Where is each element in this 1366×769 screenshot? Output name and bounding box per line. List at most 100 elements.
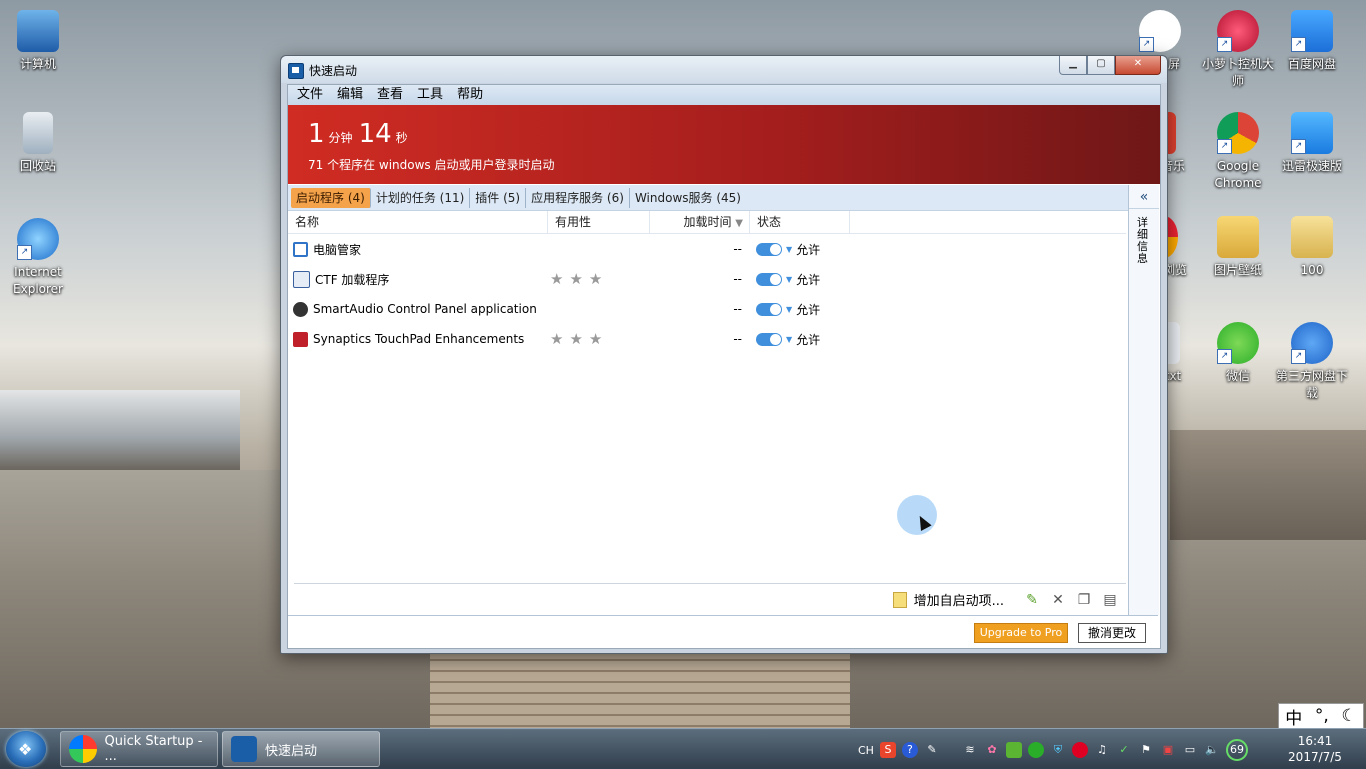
status-toggle[interactable]	[756, 272, 782, 286]
system-tray: CH S ? ✎ ≋ ✿ ⛨ ♫ ✓ ⚑ ▣ ▭ 🔈 69	[858, 739, 1248, 761]
taskbar-clock[interactable]: 16:41 2017/7/5	[1284, 733, 1346, 765]
tab-windows-services[interactable]: Windows服务 (45)	[630, 188, 746, 208]
menu-help[interactable]: 帮助	[450, 85, 490, 105]
usb-icon[interactable]: ▣	[1160, 742, 1176, 758]
start-button[interactable]: ❖	[6, 731, 46, 767]
desktop-icon-ie[interactable]: ↗ Internet Explorer	[0, 218, 76, 298]
pen-icon[interactable]: ✎	[924, 742, 940, 758]
status-toggle[interactable]	[756, 302, 782, 316]
sogou-icon[interactable]: S	[879, 742, 896, 758]
details-side-panel: « 详细信息	[1128, 185, 1159, 615]
menu-view[interactable]: 查看	[370, 85, 410, 105]
desktop-icon-wechat[interactable]: ↗ 微信	[1200, 322, 1276, 385]
window-client: 文件 编辑 查看 工具 帮助 1 分钟 14 秒 71 个程序在 windows 启动…	[287, 84, 1161, 649]
taskbar-button-kuaisu[interactable]: 快速启动	[222, 731, 380, 767]
row-status: ▼ 允许	[750, 271, 820, 288]
desktop-icon-wallpaper-folder[interactable]: 图片壁纸	[1200, 216, 1276, 279]
desktop-icon-recycle-bin[interactable]: 回收站	[0, 112, 76, 175]
minutes-unit: 分钟	[328, 131, 353, 145]
desktop-icon-label: 100	[1300, 263, 1324, 277]
status-dropdown-icon[interactable]: ▼	[786, 305, 792, 314]
clock-date: 2017/7/5	[1288, 750, 1342, 764]
status-toggle[interactable]	[756, 242, 782, 256]
ime-status-bar[interactable]: 中 °, ☾	[1278, 703, 1364, 729]
status-toggle[interactable]	[756, 332, 782, 346]
computer-icon	[17, 10, 59, 52]
network-icon[interactable]: ▭	[1182, 742, 1198, 758]
status-dropdown-icon[interactable]: ▼	[786, 275, 792, 284]
table-row[interactable]: CTF 加载程序 ★ ★ ★ -- ▼ 允许	[288, 264, 1126, 294]
row-status: ▼ 允许	[750, 331, 820, 348]
shield-icon[interactable]: ⛨	[1050, 742, 1066, 758]
desktop-icon-folder-100[interactable]: 100	[1274, 216, 1350, 279]
radish-icon: ↗	[1217, 10, 1259, 52]
status-dropdown-icon[interactable]: ▼	[786, 245, 792, 254]
tab-scheduled-tasks[interactable]: 计划的任务 (11)	[371, 187, 471, 208]
menu-file[interactable]: 文件	[290, 85, 330, 105]
table-row[interactable]: Synaptics TouchPad Enhancements ★ ★ ★ -- ▼…	[288, 324, 1126, 354]
menu-edit[interactable]: 编辑	[330, 85, 370, 105]
desktop-icon-baidu[interactable]: ↗ 百度网盘	[1274, 10, 1350, 73]
ime-moon-icon[interactable]: ☾	[1341, 706, 1356, 726]
cursor-highlight	[897, 495, 937, 535]
taskbar-button-quick-startup[interactable]: Quick Startup - ...	[60, 731, 218, 767]
tab-app-services[interactable]: 应用程序服务 (6)	[526, 187, 630, 208]
minimize-button[interactable]: ▁	[1059, 56, 1087, 75]
open-location-icon[interactable]: ❐	[1076, 592, 1092, 608]
usefulness-rating: ★ ★ ★	[550, 270, 650, 288]
table-row[interactable]: SmartAudio Control Panel application -- …	[288, 294, 1126, 324]
desktop-icon-download[interactable]: ↗ 第三方网盘下载	[1274, 322, 1350, 402]
desktop-icon-label: 迅雷极速版	[1281, 159, 1342, 173]
check-icon[interactable]: ✓	[1116, 742, 1132, 758]
chrome-icon: ↗	[1217, 112, 1259, 154]
action-toolbar: 增加自启动项... ✎ ✕ ❐ ▤	[294, 583, 1126, 615]
star-icon: ★	[550, 330, 564, 348]
delete-icon[interactable]: ✕	[1050, 592, 1066, 608]
flag-icon[interactable]: ⚑	[1138, 742, 1154, 758]
upgrade-button[interactable]: Upgrade to Pro	[974, 623, 1068, 643]
help-icon[interactable]: ?	[901, 742, 918, 758]
table-row[interactable]: 电脑管家 -- ▼ 允许	[288, 234, 1126, 264]
column-status[interactable]: 状态	[750, 211, 850, 233]
tab-startup-programs[interactable]: 启动程序 (4)	[291, 187, 371, 208]
row-name: SmartAudio Control Panel application	[313, 302, 537, 316]
desktop-icon-thunder[interactable]: ↗ 迅雷极速版	[1274, 112, 1350, 175]
shortcut-arrow-icon: ↗	[1139, 37, 1154, 52]
desktop-icon-chrome[interactable]: ↗ Google Chrome	[1200, 112, 1276, 192]
desktop-icon-computer[interactable]: 计算机	[0, 10, 76, 73]
ime-punctuation[interactable]: °,	[1315, 706, 1329, 726]
menu-tools[interactable]: 工具	[410, 85, 450, 105]
ctf-loader-icon	[293, 270, 310, 288]
weibo-icon[interactable]	[1071, 742, 1088, 758]
column-load-time-label: 加载时间	[683, 215, 732, 229]
desktop-icon-radish[interactable]: ↗ 小萝卜控机大师	[1200, 10, 1276, 90]
undo-changes-button[interactable]: 撤消更改	[1078, 623, 1146, 643]
column-name[interactable]: 名称	[288, 211, 548, 233]
add-startup-item-button[interactable]: 增加自启动项...	[892, 590, 1004, 609]
status-dropdown-icon[interactable]: ▼	[786, 335, 792, 344]
row-load-time: --	[733, 272, 742, 286]
column-usefulness[interactable]: 有用性	[548, 211, 650, 233]
volume-icon[interactable]: 🔈	[1204, 742, 1220, 758]
desktop-icon-label: Internet Explorer	[13, 265, 63, 296]
edit-icon[interactable]: ✎	[1024, 592, 1040, 608]
collapse-panel-icon[interactable]: «	[1129, 189, 1159, 209]
close-button[interactable]: ✕	[1115, 56, 1161, 75]
column-load-time[interactable]: 加载时间 ▼	[650, 211, 750, 233]
properties-icon[interactable]: ▤	[1102, 592, 1118, 608]
wallpaper-dock	[430, 650, 850, 730]
maximize-button[interactable]: ▢	[1087, 56, 1115, 75]
green-app-icon[interactable]	[1005, 742, 1022, 758]
flower-icon[interactable]: ✿	[984, 742, 1000, 758]
shortcut-arrow-icon: ↗	[1217, 139, 1232, 154]
wifi-icon[interactable]: ≋	[962, 742, 978, 758]
language-indicator[interactable]: CH	[858, 744, 874, 757]
tab-plugins[interactable]: 插件 (5)	[470, 187, 527, 208]
window-titlebar[interactable]: 快速启动 ▁ ▢ ✕	[281, 56, 1167, 83]
ime-mode[interactable]: 中	[1285, 704, 1302, 729]
details-label[interactable]: 详细信息	[1137, 217, 1151, 265]
taskbar-button-label: 快速启动	[265, 743, 318, 759]
battery-indicator[interactable]: 69	[1225, 739, 1248, 761]
wechat-tray-icon[interactable]	[1027, 742, 1044, 758]
headset-icon[interactable]: ♫	[1094, 742, 1110, 758]
